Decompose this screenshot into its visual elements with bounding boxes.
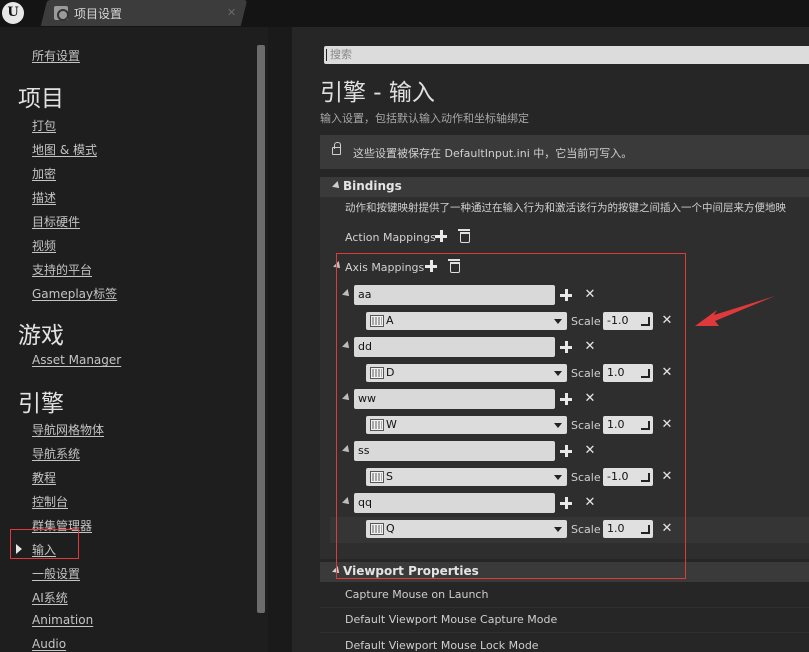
setting-row-label: Default Viewport Mouse Lock Mode	[345, 639, 539, 652]
splitter[interactable]	[268, 27, 292, 652]
sidebar-item-general-settings[interactable]: 一般设置	[32, 565, 80, 582]
tab-project-settings[interactable]: 项目设置	[54, 3, 122, 23]
add-action-mapping-button[interactable]	[435, 230, 447, 242]
title-bar: U 项目设置 ✕	[0, 0, 809, 27]
sidebar-item-movies[interactable]: 视频	[32, 237, 56, 254]
search-input[interactable]: 搜索	[324, 46, 809, 64]
sidebar-item-ai-system[interactable]: AI系统	[32, 589, 68, 606]
sidebar-item-target-hardware[interactable]: 目标硬件	[32, 213, 80, 230]
setting-row-label: Default Viewport Mouse Capture Mode	[345, 613, 558, 626]
bindings-section-header[interactable]: Bindings	[320, 177, 809, 197]
row-divider	[320, 632, 809, 633]
page-title: 引擎 - 输入	[320, 80, 435, 106]
annotation-box-input	[10, 529, 79, 559]
row-divider	[320, 607, 809, 608]
sidebar-item-navmesh[interactable]: 导航网格物体	[32, 421, 104, 438]
action-mappings-label: Action Mappings	[345, 231, 436, 244]
tab-title: 项目设置	[74, 6, 123, 21]
sidebar-item-package[interactable]: 打包	[32, 117, 56, 134]
sidebar-item-audio[interactable]: Audio	[32, 637, 66, 651]
page-subtitle: 输入设置，包括默认输入动作和坐标轴绑定	[320, 112, 529, 125]
sidebar-item-encryption[interactable]: 加密	[32, 165, 56, 182]
sidebar-item-navigation-system[interactable]: 导航系统	[32, 445, 80, 462]
delete-action-mappings-icon[interactable]	[458, 229, 470, 243]
sidebar-scrollbar[interactable]	[257, 45, 265, 613]
sidebar-item-console[interactable]: 控制台	[32, 493, 68, 510]
expand-arrow-icon	[332, 181, 342, 191]
setting-row-label: Capture Mouse on Launch	[345, 588, 489, 601]
settings-icon	[54, 6, 69, 21]
annotation-box-axis-mappings	[336, 253, 686, 579]
annotation-arrow-icon	[695, 296, 775, 326]
sidebar-item-description[interactable]: 描述	[32, 189, 56, 206]
sidebar-item-animation[interactable]: Animation	[32, 613, 93, 627]
section-label-bindings: Bindings	[343, 179, 402, 193]
bindings-description: 动作和按键映射提供了一种通过在输入行为和激活该行为的按键之间插入一个中间层来方便…	[345, 202, 786, 214]
notice-text: 这些设置被保存在 DefaultInput.ini 中，它当前可写入。	[353, 147, 633, 160]
sidebar-item-supported-platforms[interactable]: 支持的平台	[32, 261, 92, 278]
config-notice: 这些设置被保存在 DefaultInput.ini 中，它当前可写入。	[320, 135, 809, 169]
sidebar-item-asset-manager[interactable]: Asset Manager	[32, 353, 121, 367]
lock-icon	[332, 142, 341, 155]
sidebar-heading-game: 游戏	[18, 323, 64, 349]
sidebar-heading-engine: 引擎	[18, 391, 64, 417]
sidebar-item-gameplay-tags[interactable]: Gameplay标签	[32, 285, 117, 302]
sidebar-item-tutorials[interactable]: 教程	[32, 469, 56, 486]
details-panel: 搜索 引擎 - 输入 输入设置，包括默认输入动作和坐标轴绑定 这些设置被保存在 …	[292, 27, 809, 652]
close-tab-icon[interactable]: ✕	[227, 6, 236, 19]
sidebar-item-maps-modes[interactable]: 地图 & 模式	[32, 141, 97, 158]
sidebar-all-settings[interactable]: 所有设置	[32, 47, 80, 64]
sidebar-heading-project: 项目	[18, 86, 64, 112]
unreal-logo-icon: U	[2, 2, 24, 24]
